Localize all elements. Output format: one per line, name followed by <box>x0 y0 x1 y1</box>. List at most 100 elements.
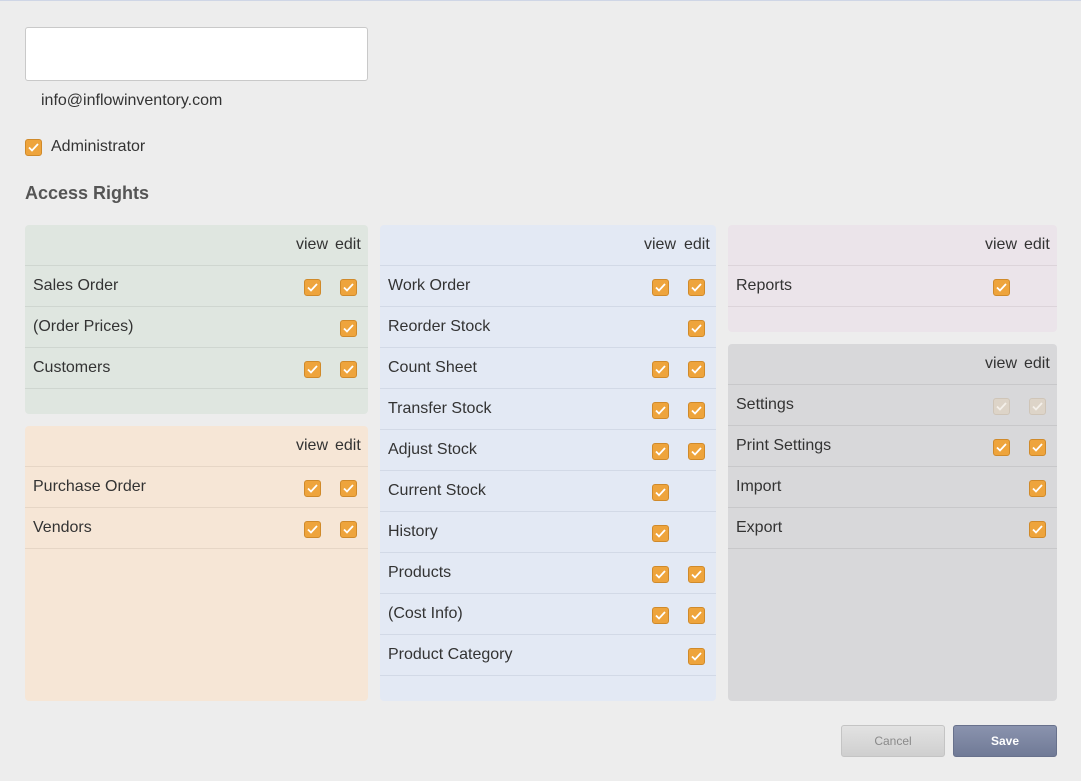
import-edit-checkbox[interactable] <box>1029 480 1046 497</box>
check-icon <box>655 283 666 292</box>
transfer-stock-edit-checkbox[interactable] <box>688 402 705 419</box>
check-icon <box>343 484 354 493</box>
edit-column-header: edit <box>1024 236 1050 253</box>
check-icon <box>343 283 354 292</box>
permission-label: Export <box>736 519 783 536</box>
permission-label: Products <box>388 564 452 581</box>
user-email: info@inflowinventory.com <box>41 92 223 109</box>
check-icon <box>691 283 702 292</box>
check-icon <box>691 652 702 661</box>
check-icon <box>996 402 1007 411</box>
permission-label: Count Sheet <box>388 359 477 376</box>
cancel-button[interactable]: Cancel <box>841 725 945 757</box>
permission-label: Transfer Stock <box>388 400 492 417</box>
settings-view-checkbox <box>993 398 1010 415</box>
export-edit-checkbox[interactable] <box>1029 521 1046 538</box>
settings-edit-checkbox <box>1029 398 1046 415</box>
permission-row-history: History <box>380 512 716 553</box>
sales-order-view-checkbox[interactable] <box>304 279 321 296</box>
permission-row-work-order: Work Order <box>380 266 716 307</box>
product-category-edit-checkbox[interactable] <box>688 648 705 665</box>
view-column-header: view <box>985 355 1018 372</box>
check-icon <box>655 529 666 538</box>
permission-row-cost-info: (Cost Info) <box>380 594 716 635</box>
edit-column-header: edit <box>335 236 361 253</box>
adjust-stock-view-checkbox[interactable] <box>652 443 669 460</box>
permission-label: Vendors <box>33 519 92 536</box>
user-name-input[interactable] <box>25 27 368 81</box>
administrator-checkbox[interactable] <box>25 138 42 156</box>
products-edit-checkbox[interactable] <box>688 566 705 583</box>
check-icon <box>996 443 1007 452</box>
adjust-stock-edit-checkbox[interactable] <box>688 443 705 460</box>
permission-row-transfer-stock: Transfer Stock <box>380 389 716 430</box>
check-icon <box>343 365 354 374</box>
reorder-stock-edit-checkbox[interactable] <box>688 320 705 337</box>
permission-row-reorder-stock: Reorder Stock <box>380 307 716 348</box>
permission-label: (Order Prices) <box>33 318 134 335</box>
check-icon <box>691 406 702 415</box>
reports-panel: view edit Reports <box>728 225 1057 332</box>
permission-label: (Cost Info) <box>388 605 463 622</box>
cost-info-edit-checkbox[interactable] <box>688 607 705 624</box>
panel-header: view edit <box>728 344 1057 385</box>
history-view-checkbox[interactable] <box>652 525 669 542</box>
administrator-option[interactable]: Administrator <box>25 138 145 156</box>
permission-label: Import <box>736 478 782 495</box>
check-icon <box>1032 443 1043 452</box>
view-column-header: view <box>644 236 677 253</box>
purchase-order-edit-checkbox[interactable] <box>340 480 357 497</box>
permission-row-import: Import <box>728 467 1057 508</box>
check-icon <box>1032 402 1043 411</box>
count-sheet-view-checkbox[interactable] <box>652 361 669 378</box>
order-prices-edit-checkbox[interactable] <box>340 320 357 337</box>
permission-row-vendors: Vendors <box>25 508 368 549</box>
check-icon <box>655 570 666 579</box>
check-icon <box>655 488 666 497</box>
view-column-header: view <box>296 236 329 253</box>
customers-edit-checkbox[interactable] <box>340 361 357 378</box>
inventory-panel: view edit Work Order Reorder Stock Count She… <box>380 225 716 701</box>
check-icon <box>655 611 666 620</box>
save-button[interactable]: Save <box>953 725 1057 757</box>
edit-column-header: edit <box>684 236 710 253</box>
settings-panel: view edit Settings Print Settings Import Expo… <box>728 344 1057 701</box>
current-stock-view-checkbox[interactable] <box>652 484 669 501</box>
purchase-order-view-checkbox[interactable] <box>304 480 321 497</box>
print-settings-view-checkbox[interactable] <box>993 439 1010 456</box>
transfer-stock-view-checkbox[interactable] <box>652 402 669 419</box>
panel-header: view edit <box>380 225 716 266</box>
customers-view-checkbox[interactable] <box>304 361 321 378</box>
dialog-top-border <box>0 0 1081 1</box>
panel-header: view edit <box>25 225 368 266</box>
permission-label: Reports <box>736 277 793 294</box>
permission-label: Sales Order <box>33 277 119 294</box>
vendors-view-checkbox[interactable] <box>304 521 321 538</box>
check-icon <box>28 142 39 152</box>
permission-row-products: Products <box>380 553 716 594</box>
permission-label: Customers <box>33 359 111 376</box>
permission-row-count-sheet: Count Sheet <box>380 348 716 389</box>
permission-row-export: Export <box>728 508 1057 549</box>
check-icon <box>691 611 702 620</box>
view-column-header: view <box>985 236 1018 253</box>
permission-label: Current Stock <box>388 482 486 499</box>
cost-info-view-checkbox[interactable] <box>652 607 669 624</box>
sales-order-edit-checkbox[interactable] <box>340 279 357 296</box>
view-column-header: view <box>296 437 329 454</box>
permission-label: Purchase Order <box>33 478 146 495</box>
print-settings-edit-checkbox[interactable] <box>1029 439 1046 456</box>
permission-label: Reorder Stock <box>388 318 491 335</box>
sales-panel: view edit Sales Order (Order Prices) Custome… <box>25 225 368 414</box>
check-icon <box>307 484 318 493</box>
check-icon <box>655 365 666 374</box>
reports-view-checkbox[interactable] <box>993 279 1010 296</box>
permission-row-adjust-stock: Adjust Stock <box>380 430 716 471</box>
vendors-edit-checkbox[interactable] <box>340 521 357 538</box>
products-view-checkbox[interactable] <box>652 566 669 583</box>
administrator-label: Administrator <box>51 138 146 155</box>
check-icon <box>691 447 702 456</box>
work-order-edit-checkbox[interactable] <box>688 279 705 296</box>
count-sheet-edit-checkbox[interactable] <box>688 361 705 378</box>
work-order-view-checkbox[interactable] <box>652 279 669 296</box>
